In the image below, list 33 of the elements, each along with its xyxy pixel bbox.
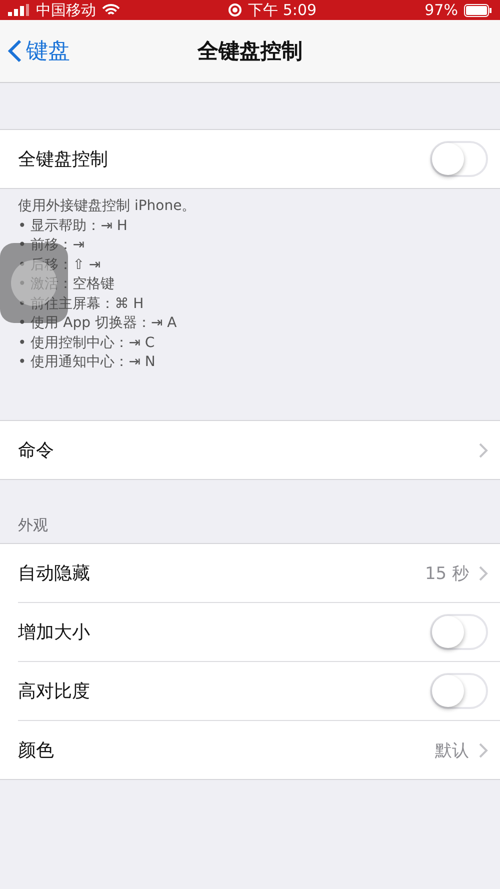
toggle-switch[interactable] — [430, 614, 488, 650]
shortcut-line: • 使用通知中心：⇥ N — [18, 353, 156, 372]
settings-row[interactable]: 颜色 默认 — [18, 720, 500, 779]
chevron-icon — [479, 442, 488, 458]
row-value: 15 秒 — [424, 562, 469, 584]
row-label: 命令 — [18, 439, 54, 462]
carrier-name: 中国移动 — [36, 0, 96, 20]
battery-percent: 97% — [424, 1, 458, 19]
row-label: 自动隐藏 — [18, 562, 90, 585]
row-label: 增加大小 — [18, 621, 90, 644]
shortcut-line: • 使用控制中心：⇥ C — [18, 334, 156, 352]
shortcut-line: • 显示帮助：⇥ H — [18, 216, 128, 236]
back-chevron-icon — [8, 39, 22, 63]
status-time: 下午 5:09 — [248, 0, 317, 20]
signal-icon — [8, 4, 30, 16]
row-value: 默认 — [435, 740, 469, 762]
row-label: 全键盘控制 — [18, 148, 108, 171]
row-label: 颜色 — [18, 739, 54, 762]
section-header: 外观 — [17, 515, 49, 536]
toggle-switch[interactable] — [430, 673, 488, 709]
record-icon — [228, 3, 242, 17]
row-label: 高对比度 — [18, 680, 90, 703]
footer-text: 使用外接键盘控制 iPhone。 — [18, 197, 197, 216]
back-button[interactable]: 键盘 — [8, 36, 70, 66]
wifi-icon — [102, 4, 120, 16]
chevron-icon — [479, 566, 488, 580]
settings-row[interactable]: 命令 — [0, 421, 500, 479]
chevron-icon — [479, 742, 488, 758]
settings-row[interactable]: 自动隐藏 15 秒 — [0, 544, 500, 602]
toggle-switch[interactable] — [430, 141, 488, 177]
screen-title: 全键盘控制 — [198, 38, 302, 65]
battery-icon — [464, 4, 492, 16]
shortcut-line: • 后移：⇧ ⇥ — [18, 256, 102, 274]
